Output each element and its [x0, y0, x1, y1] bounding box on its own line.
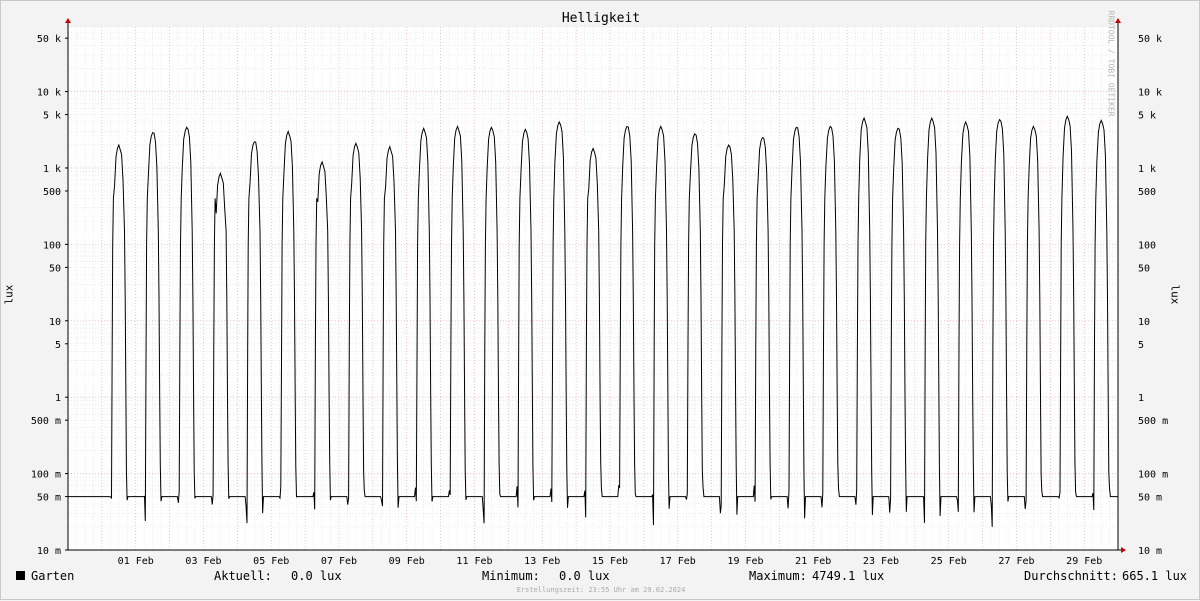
- legend-min-label: Minimum:: [482, 569, 540, 583]
- watermark: RRDTOOL / TOBI OETIKER: [1106, 10, 1116, 117]
- y-tick-label-left: 1 k: [43, 164, 61, 175]
- y-tick-label-right: 5 k: [1138, 111, 1156, 122]
- y-tick-label-left: 10: [49, 317, 61, 328]
- rrd-graph: 50 k 50 k 10 k 10 k5 k5 k1 k1 k 500 500 100 100…: [0, 0, 1200, 600]
- y-tick-label-right: 5: [1138, 340, 1144, 351]
- y-tick-label-left: 100: [43, 240, 61, 251]
- y-tick-label-right: 50: [1138, 263, 1150, 274]
- y-tick-label-left: 5 k: [43, 111, 61, 122]
- legend-avg-value: 665.1 lux: [1122, 569, 1188, 583]
- x-tick-label: 11 Feb: [456, 556, 492, 567]
- x-tick-label: 17 Feb: [660, 556, 696, 567]
- y-axis-label-right: lux: [1168, 284, 1182, 305]
- x-tick-label: 15 Feb: [592, 556, 628, 567]
- y-tick-label-right: 500 m: [1138, 416, 1168, 427]
- y-tick-label-left: 5: [55, 340, 61, 351]
- legend-avg-label: Durchschnitt:: [1024, 569, 1118, 583]
- chart-svg: 50 k 50 k10 k 10 k5 k5 k1 k1 k500 500100 100…: [31, 18, 1168, 567]
- y-tick-label-left: 1: [55, 393, 61, 404]
- legend-swatch: [16, 571, 25, 580]
- legend-current-label: Aktuell:: [214, 569, 272, 583]
- y-tick-label-left: 50: [49, 263, 61, 274]
- y-tick-label-right: 10 k: [1138, 88, 1162, 99]
- y-tick-label-right: 1: [1138, 393, 1144, 404]
- y-tick-label-right: 100: [1138, 240, 1156, 251]
- x-tick-label: 25 Feb: [931, 556, 967, 567]
- x-tick-label: 01 Feb: [118, 556, 154, 567]
- x-tick-label: 27 Feb: [998, 556, 1034, 567]
- x-tick-label: 05 Feb: [253, 556, 289, 567]
- x-tick-label: 13 Feb: [524, 556, 560, 567]
- y-tick-label-left: 100 m: [31, 470, 61, 481]
- legend-max-label: Maximum:: [749, 569, 807, 583]
- x-tick-label: 03 Feb: [185, 556, 221, 567]
- legend-series-name: Garten: [31, 569, 75, 583]
- x-tick-label: 07 Feb: [321, 556, 357, 567]
- x-tick-label: 29 Feb: [1066, 556, 1102, 567]
- x-axis-arrow: [1121, 547, 1126, 553]
- y-tick-label-right: 100 m: [1138, 470, 1168, 481]
- y-tick-label-left: 10 m: [37, 546, 61, 557]
- footer-timestamp: Erstellungszeit: 23:55 Uhr am 29.02.2024: [516, 586, 686, 594]
- y-tick-label-left: 50 k: [37, 34, 61, 45]
- y-tick-label-left: 500 m: [31, 416, 61, 427]
- x-tick-label: 23 Feb: [863, 556, 899, 567]
- y-tick-label-right: 10: [1138, 317, 1150, 328]
- x-tick-label: 21 Feb: [795, 556, 831, 567]
- y-tick-label-left: 10 k: [37, 88, 61, 99]
- y-axis-label-left: lux: [2, 284, 16, 305]
- y-tick-label-right: 50 k: [1138, 34, 1162, 45]
- x-tick-label: 19 Feb: [727, 556, 763, 567]
- chart-title: Helligkeit: [561, 11, 641, 26]
- y-tick-label-right: 10 m: [1138, 546, 1162, 557]
- y-tick-label-left: 50 m: [37, 493, 61, 504]
- y-tick-label-left: 500: [43, 187, 61, 198]
- y-tick-label-right: 1 k: [1138, 164, 1156, 175]
- y-tick-label-right: 50 m: [1138, 493, 1162, 504]
- y-tick-label-right: 500: [1138, 187, 1156, 198]
- legend-max-value: 4749.1 lux: [812, 569, 885, 583]
- x-tick-label: 09 Feb: [389, 556, 425, 567]
- legend-current-value: 0.0 lux: [291, 569, 342, 583]
- legend-min-value: 0.0 lux: [559, 569, 610, 583]
